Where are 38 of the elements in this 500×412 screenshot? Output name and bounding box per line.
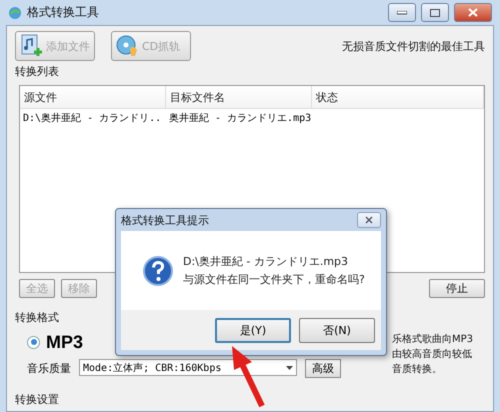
close-button[interactable] <box>357 212 381 228</box>
description-text: 乐格式歌曲向MP3 <box>392 332 474 346</box>
description-text: 由较高音质向较低 <box>392 348 473 361</box>
question-icon <box>143 256 173 286</box>
close-button[interactable] <box>454 3 492 22</box>
dialog-button[interactable]: 否(N) <box>299 318 375 342</box>
maximize-icon <box>430 8 440 16</box>
description-text: 音质转换。 <box>392 362 443 376</box>
group-title: 转换设置 <box>15 392 60 407</box>
dropdown-caret-icon <box>286 366 293 370</box>
column-header[interactable]: 状态 <box>312 86 484 109</box>
table-cell-text: D:\奥井亜紀 - カランドリ.. <box>22 112 162 125</box>
dialog-message: D:\奥井亜紀 - カランドリエ.mp3 <box>183 254 350 269</box>
column-header[interactable]: 目标文件名 <box>166 86 312 109</box>
minimize-button[interactable] <box>388 3 416 22</box>
arrow-icon <box>232 346 265 408</box>
advanced-button[interactable]: 高级 <box>305 359 341 378</box>
maximize-button[interactable] <box>421 3 449 22</box>
table-cell-text: 奥井亜紀 - カランドリエ.mp3 <box>168 112 312 125</box>
group-title: 转换格式 <box>15 310 60 325</box>
radio-button[interactable] <box>27 336 40 348</box>
format-label: MP3 <box>46 332 84 352</box>
minimize-icon <box>397 10 407 14</box>
music-file-add-icon <box>20 34 44 58</box>
cd-hand-icon <box>116 34 140 58</box>
window-title: 格式转换工具 <box>27 4 100 21</box>
close-icon <box>468 8 478 17</box>
quality-label: 音乐质量 <box>27 361 71 376</box>
dialog-title: 格式转换工具提示 <box>121 212 209 228</box>
column-header[interactable]: 源文件 <box>20 86 166 109</box>
slogan-text: 无损音质文件切割的最佳工具 <box>342 38 485 54</box>
close-icon <box>365 216 373 224</box>
quality-dropdown[interactable]: Mode:立体声; CBR:160Kbps <box>79 359 297 376</box>
dialog-message: 与源文件在同一文件夹下，重命名吗? <box>183 272 365 287</box>
app-logo-icon <box>8 6 22 20</box>
list-button[interactable]: 停止 <box>429 279 485 298</box>
group-title: 转换列表 <box>15 64 60 79</box>
dialog-button[interactable]: 是(Y) <box>215 318 291 342</box>
